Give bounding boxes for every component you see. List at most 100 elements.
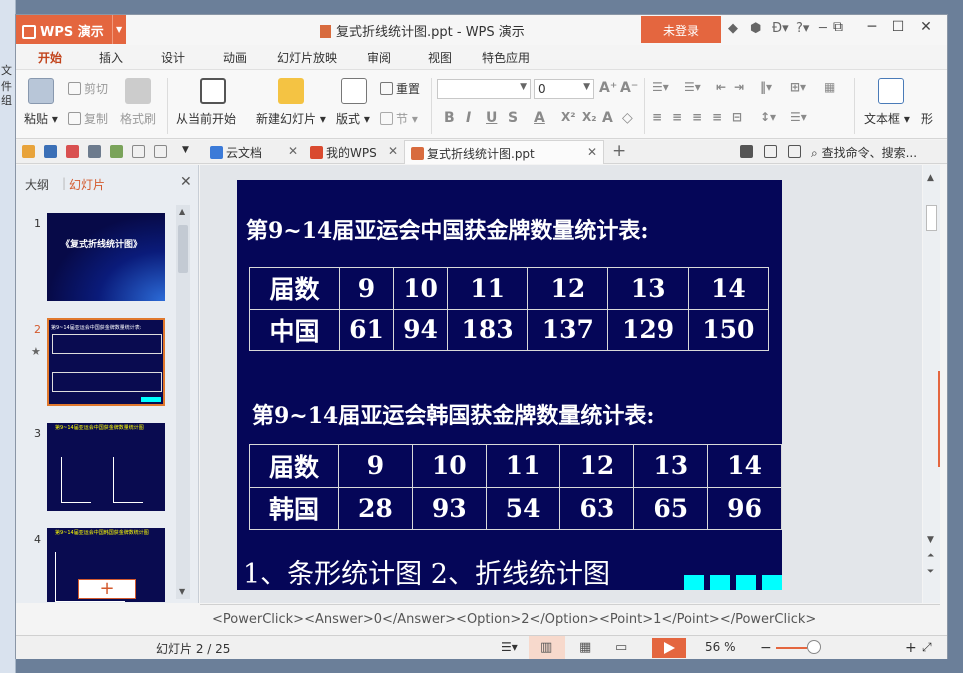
zoom-out-icon[interactable]: −	[760, 640, 772, 656]
textbox-icon[interactable]	[878, 78, 904, 104]
underline-icon[interactable]: U	[486, 110, 497, 126]
export-pdf-icon[interactable]	[66, 145, 79, 158]
format-painter-button[interactable]: 格式刷	[120, 110, 156, 127]
grow-font-icon[interactable]: A⁺	[599, 80, 617, 96]
tab-cloud-docs[interactable]: 云文档 ✕	[204, 140, 304, 164]
play-from-current-icon[interactable]	[200, 78, 226, 104]
scroll-up-icon[interactable]: ▲	[179, 207, 185, 216]
section-button[interactable]: 节 ▾	[380, 110, 418, 127]
command-search[interactable]: ⌕ 查找命令、搜索...	[811, 144, 917, 161]
screen-icon[interactable]	[740, 145, 753, 158]
next-slide-icon[interactable]: ⏷	[927, 567, 934, 577]
shrink-font-icon[interactable]: A⁻	[620, 80, 638, 96]
tab-animation[interactable]: 动画	[223, 49, 247, 66]
close-icon[interactable]: ✕	[587, 145, 597, 159]
slide-thumbnail-2[interactable]: 第9~14届亚运会中国获金牌数量统计表:	[47, 318, 165, 406]
layout-icon[interactable]	[341, 78, 367, 104]
columns-icon[interactable]: ▦	[824, 80, 835, 94]
paragraph-spacing-icon[interactable]: ☰▾	[790, 110, 807, 124]
paste-button[interactable]: 粘贴 ▾	[24, 110, 58, 127]
tab-review[interactable]: 审阅	[367, 49, 391, 66]
tab-my-wps[interactable]: 我的WPS ✕	[304, 140, 404, 164]
align-center-icon[interactable]: ≡	[672, 110, 682, 124]
clear-format-icon[interactable]: ◇	[622, 110, 633, 126]
tab-view[interactable]: 视图	[428, 49, 452, 66]
shadow-icon[interactable]: S	[508, 110, 518, 126]
align-left-icon[interactable]: ≡	[652, 110, 662, 124]
textbox-button[interactable]: 文本框 ▾	[864, 110, 910, 127]
new-slide-icon[interactable]	[278, 78, 304, 104]
tab-outline[interactable]: 大纲	[25, 176, 49, 193]
char-spacing-icon[interactable]: A	[602, 110, 613, 126]
shield-icon[interactable]: ⬢	[750, 21, 761, 36]
redo-icon[interactable]	[154, 145, 167, 158]
zoom-slider[interactable]	[776, 636, 902, 660]
layout-icon[interactable]	[788, 145, 801, 158]
notes-pane[interactable]: <PowerClick><Answer>0</Answer><Option>2<…	[200, 604, 940, 634]
skin-icon[interactable]: ─	[819, 21, 827, 36]
canvas-scrollbar[interactable]: ▲ ▼ ⏶ ⏷	[923, 165, 940, 603]
zoom-in-icon[interactable]: +	[905, 640, 917, 656]
tools-icon[interactable]	[764, 145, 777, 158]
help-icon[interactable]: ◆	[728, 21, 738, 36]
subscript-icon[interactable]: X₂	[582, 110, 597, 124]
help-menu[interactable]: ?▾	[796, 21, 809, 36]
layout-button[interactable]: 版式 ▾	[336, 110, 370, 127]
fit-window-icon[interactable]: ⤢	[922, 640, 932, 655]
shape-button[interactable]: 形	[921, 110, 933, 127]
indent-icon[interactable]: ⇤	[716, 80, 726, 94]
tab-design[interactable]: 设计	[161, 49, 185, 66]
previous-slide-icon[interactable]: ⏶	[927, 551, 934, 561]
tab-current-document[interactable]: 复式折线统计图.ppt ✕	[404, 140, 604, 164]
tab-insert[interactable]: 插入	[99, 49, 123, 66]
wps-menu-button[interactable]: WPS 演示 ▼	[16, 15, 126, 44]
scroll-thumb[interactable]	[178, 225, 188, 273]
tab-home[interactable]: 开始	[33, 49, 67, 71]
play-slideshow-button[interactable]	[652, 638, 686, 658]
align-right-icon[interactable]: ≡	[692, 110, 702, 124]
font-color-icon[interactable]: A	[534, 110, 545, 126]
numbered-list-icon[interactable]: ☰▾	[684, 80, 701, 94]
restore-layout-icon[interactable]: ⧉	[827, 19, 849, 39]
align-text-icon[interactable]: ⊞▾	[790, 80, 806, 94]
login-button[interactable]: 未登录	[641, 16, 721, 43]
close-icon[interactable]: ✕	[388, 144, 398, 158]
tab-slideshow[interactable]: 幻灯片放映	[277, 49, 337, 66]
scroll-up-icon[interactable]: ▲	[927, 173, 934, 183]
from-current-button[interactable]: 从当前开始	[176, 110, 236, 127]
line-spacing-icon[interactable]: ↕▾	[760, 110, 776, 124]
undo-icon[interactable]	[132, 145, 145, 158]
reading-view-icon[interactable]: ▭	[615, 640, 627, 655]
bold-icon[interactable]: B	[444, 110, 455, 126]
bullet-list-icon[interactable]: ☰▾	[652, 80, 669, 94]
slide-sorter-icon[interactable]: ▦	[579, 640, 591, 655]
justify-icon[interactable]: ≡	[712, 110, 722, 124]
cloud-icon[interactable]: Ð▾	[772, 21, 789, 36]
close-icon[interactable]: ✕	[288, 144, 298, 158]
chevron-down-icon[interactable]: ▼	[182, 145, 195, 158]
slide-thumbnail-3[interactable]: 第9~14届亚运会中国获金牌数量统计图	[47, 423, 165, 511]
slide-2[interactable]: 第9~14届亚运会中国获金牌数量统计表: 届数 9 10 11 12 13 14…	[237, 180, 782, 590]
normal-view-button[interactable]: ▥	[529, 636, 565, 659]
close-button[interactable]: ✕	[915, 19, 937, 39]
paste-icon[interactable]	[28, 78, 54, 104]
superscript-icon[interactable]: X²	[561, 110, 576, 124]
chevron-down-icon[interactable]: ▼	[112, 15, 126, 44]
maximize-button[interactable]: ☐	[887, 19, 909, 39]
text-direction-icon[interactable]: ‖▾	[760, 80, 772, 94]
zoom-knob[interactable]	[807, 640, 821, 654]
scroll-down-icon[interactable]: ▼	[179, 587, 185, 596]
add-slide-button[interactable]: +	[78, 579, 136, 599]
close-icon[interactable]: ✕	[180, 174, 192, 190]
reset-button[interactable]: 重置	[380, 80, 420, 97]
tab-special[interactable]: 特色应用	[482, 49, 530, 66]
cut-button[interactable]: 剪切	[68, 80, 108, 97]
slides-panel-scrollbar[interactable]: ▲ ▼	[176, 205, 190, 599]
scroll-thumb[interactable]	[926, 205, 937, 231]
new-slide-button[interactable]: 新建幻灯片 ▾	[256, 110, 326, 127]
notes-toggle-icon[interactable]: ☰▾	[501, 640, 518, 654]
open-folder-icon[interactable]	[22, 145, 35, 158]
print-preview-icon[interactable]	[110, 145, 123, 158]
italic-icon[interactable]: I	[466, 110, 471, 126]
save-icon[interactable]	[44, 145, 57, 158]
